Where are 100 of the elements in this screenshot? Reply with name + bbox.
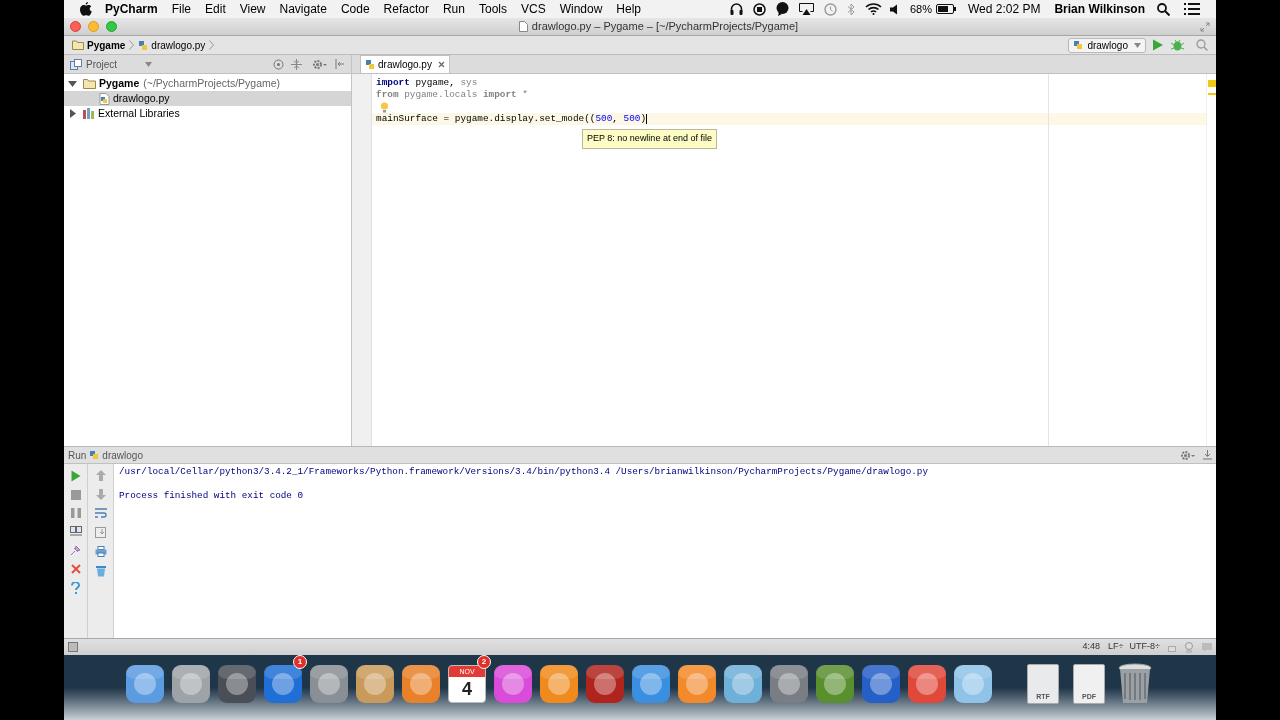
printer-icon[interactable] bbox=[94, 546, 107, 557]
app-icon[interactable] bbox=[539, 664, 579, 704]
menu-item[interactable]: VCS bbox=[520, 0, 546, 18]
app-icon[interactable] bbox=[125, 664, 165, 704]
menu-item[interactable]: View bbox=[239, 0, 266, 18]
trash-icon[interactable] bbox=[1117, 663, 1153, 705]
play-icon[interactable] bbox=[70, 470, 81, 482]
app-icon[interactable] bbox=[769, 664, 809, 704]
hide-panel-icon[interactable] bbox=[1203, 450, 1212, 460]
warning-stripe-marker[interactable] bbox=[1207, 93, 1216, 95]
pause-icon[interactable] bbox=[70, 508, 81, 518]
menu-item[interactable]: Window bbox=[559, 0, 603, 18]
python-icon bbox=[89, 450, 100, 460]
app-icon[interactable] bbox=[585, 664, 625, 704]
menu-clock[interactable]: Wed 2:02 PM bbox=[967, 0, 1041, 18]
error-stripe-marker[interactable] bbox=[1207, 80, 1216, 87]
app-icon[interactable] bbox=[309, 664, 349, 704]
app-icon[interactable] bbox=[493, 664, 533, 704]
zoom-button[interactable] bbox=[106, 21, 117, 32]
menu-item[interactable]: Run bbox=[442, 0, 465, 18]
menu-item[interactable]: Refactor bbox=[383, 0, 429, 18]
app-icon[interactable] bbox=[355, 664, 395, 704]
fullscreen-icon[interactable] bbox=[1200, 21, 1210, 32]
collapsed-arrow-icon[interactable] bbox=[68, 109, 77, 118]
run-config-name[interactable]: drawlogo bbox=[102, 447, 143, 463]
app-icon[interactable] bbox=[723, 664, 763, 704]
close-button[interactable] bbox=[70, 21, 81, 32]
notification-badge: 2 bbox=[477, 655, 491, 669]
hide-panel-icon[interactable] bbox=[335, 59, 345, 69]
tree-item[interactable]: External Libraries bbox=[64, 106, 351, 121]
breadcrumb[interactable]: drawlogo.py bbox=[138, 37, 215, 53]
windows-icon bbox=[70, 58, 82, 70]
notification-badge: 1 bbox=[293, 655, 307, 669]
chevron-icon bbox=[209, 40, 215, 50]
app-icon[interactable] bbox=[907, 664, 947, 704]
wrap-icon[interactable] bbox=[94, 508, 107, 519]
expanded-arrow-icon[interactable] bbox=[68, 79, 77, 88]
settings-icon[interactable] bbox=[1180, 449, 1195, 461]
file-encoding[interactable]: UTF-8÷ bbox=[1129, 640, 1160, 654]
text-cursor bbox=[646, 114, 648, 124]
menu-item[interactable]: Help bbox=[616, 0, 642, 18]
apple-logo-icon[interactable] bbox=[80, 2, 92, 16]
speech-bubble-icon[interactable] bbox=[775, 2, 789, 16]
menu-item[interactable]: File bbox=[171, 0, 192, 18]
close-icon[interactable] bbox=[437, 61, 445, 68]
target-icon[interactable] bbox=[273, 58, 284, 70]
pin-icon[interactable] bbox=[70, 545, 81, 556]
chevron-icon bbox=[129, 40, 135, 50]
tree-item[interactable]: Pygame (~/PycharmProjects/Pygame) bbox=[64, 76, 351, 91]
wifi-icon[interactable] bbox=[864, 3, 882, 15]
headphones-icon[interactable] bbox=[729, 3, 743, 15]
menu-item[interactable]: Edit bbox=[205, 0, 226, 18]
menu-item[interactable]: Navigate bbox=[279, 0, 327, 18]
app-icon[interactable] bbox=[263, 664, 303, 704]
app-menu[interactable]: PyCharm bbox=[105, 0, 158, 18]
app-icon[interactable] bbox=[171, 664, 211, 704]
bug-icon[interactable] bbox=[1171, 39, 1184, 51]
airplay-icon[interactable] bbox=[798, 3, 814, 15]
tree-label: External Libraries bbox=[98, 105, 180, 121]
panel-toggle-icon[interactable] bbox=[68, 642, 78, 652]
stop-icon[interactable] bbox=[70, 490, 81, 500]
settings-icon[interactable] bbox=[312, 58, 327, 70]
editor-tab[interactable]: drawlogo.py bbox=[360, 55, 450, 73]
document-icon bbox=[518, 21, 528, 32]
tree-label: drawlogo.py bbox=[113, 90, 170, 106]
app-icon[interactable] bbox=[953, 664, 993, 704]
menu-item[interactable]: Tools bbox=[478, 0, 507, 18]
console-line: /usr/local/Cellar/python3/3.4.2_1/Frameworks/Python.framework/Versions/3.4/bin/python3.4 /Users/brianwilkinson/PycharmProjects/Pygame/drawlogo.py bbox=[119, 466, 929, 478]
folder-icon bbox=[72, 40, 84, 50]
user-name[interactable]: Brian Wilkinson bbox=[1054, 0, 1145, 18]
app-icon[interactable] bbox=[217, 664, 257, 704]
lightbulb-icon[interactable] bbox=[380, 101, 389, 113]
bluetooth-icon[interactable] bbox=[846, 2, 855, 16]
volume-icon[interactable] bbox=[889, 3, 900, 15]
python-icon bbox=[1073, 40, 1085, 50]
line-separator[interactable]: LF÷ bbox=[1108, 640, 1124, 654]
menu-item[interactable]: Code bbox=[340, 0, 370, 18]
scroll-end-icon[interactable] bbox=[95, 527, 106, 538]
run-config-dropdown[interactable]: drawlogo bbox=[1068, 37, 1146, 53]
tree-item[interactable]: drawlogo.py bbox=[64, 91, 351, 106]
tree-path: (~/PycharmProjects/Pygame) bbox=[143, 75, 281, 91]
close-icon[interactable] bbox=[70, 564, 81, 574]
app-icon[interactable] bbox=[677, 664, 717, 704]
caret-icon bbox=[145, 61, 152, 67]
caret-position[interactable]: 4:48 bbox=[1082, 640, 1101, 654]
app-icon[interactable] bbox=[401, 664, 441, 704]
app-icon[interactable] bbox=[861, 664, 901, 704]
layout-icon[interactable] bbox=[69, 526, 82, 537]
search-icon[interactable] bbox=[1157, 2, 1170, 16]
help-icon[interactable] bbox=[71, 582, 80, 594]
collapse-icon[interactable] bbox=[291, 58, 302, 70]
menu-icon[interactable] bbox=[1184, 3, 1200, 15]
breadcrumb[interactable]: Pygame bbox=[72, 37, 135, 53]
app-icon[interactable] bbox=[815, 664, 855, 704]
play-icon[interactable] bbox=[1152, 39, 1163, 51]
battery-icon[interactable] bbox=[935, 4, 956, 14]
record-icon[interactable] bbox=[752, 2, 766, 16]
app-icon[interactable] bbox=[631, 664, 671, 704]
clock-history-icon[interactable] bbox=[823, 2, 837, 16]
tooltip: PEP 8: no newline at end of file bbox=[582, 129, 717, 149]
